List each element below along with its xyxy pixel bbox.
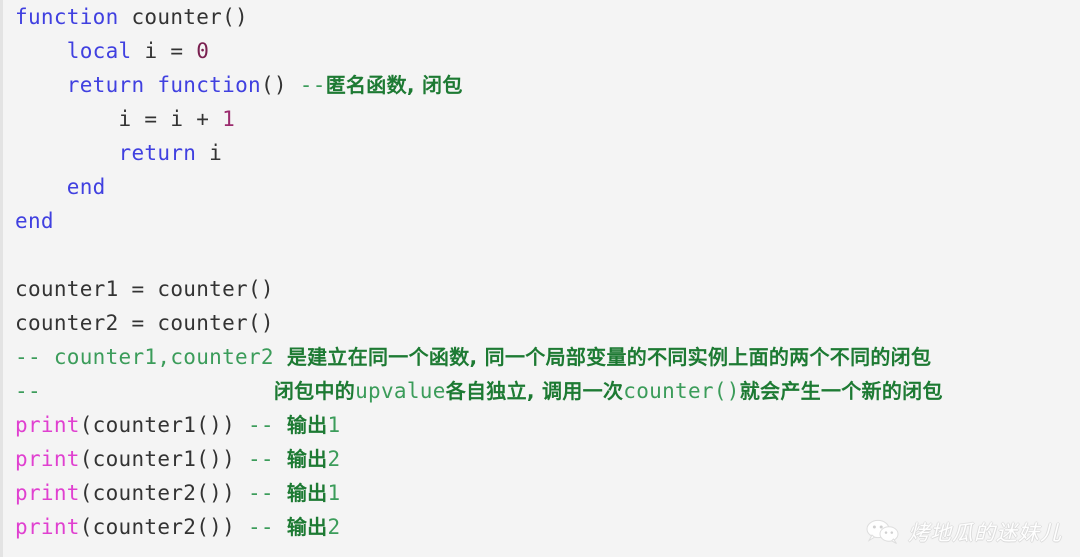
code-token-comment: -- [247, 515, 287, 539]
code-token-keyword: local [66, 39, 132, 63]
code-line: counter1 = counter() [3, 272, 1080, 306]
code-line: print(counter1()) -- 输出2 [3, 442, 1080, 476]
code-line: print(counter2()) -- 输出2 [3, 510, 1080, 544]
code-token-plain: (counter2()) [79, 481, 248, 505]
code-token-comment: upvalue [355, 379, 446, 403]
code-token-func: print [15, 413, 80, 437]
code-token-comment-cjk: 输出 [286, 515, 328, 539]
code-token-plain: counter() [118, 5, 248, 29]
code-token-comment-cjk: 就会产生一个新的闭包 [739, 379, 943, 403]
code-token-keyword: end [15, 209, 54, 233]
code-token-func: print [15, 447, 80, 471]
code-line: print(counter2()) -- 输出1 [3, 476, 1080, 510]
code-token-plain: (counter2()) [79, 515, 248, 539]
code-line: print(counter1()) -- 输出1 [3, 408, 1080, 442]
code-token-comment: 1 [327, 413, 341, 437]
code-lines-container: function counter() local i = 0 return fu… [3, 0, 1080, 544]
code-line: end [3, 204, 1080, 238]
code-token-plain: counter1 = counter() [15, 277, 274, 301]
code-token-comment: 1 [327, 481, 341, 505]
code-line: local i = 0 [3, 34, 1080, 68]
code-token-comment: -- [299, 73, 326, 97]
code-token-comment: counter() [623, 379, 740, 403]
code-token-plain: i = i + [15, 107, 223, 131]
code-token-comment-cjk: 各自独立, 调用一次 [445, 379, 624, 403]
code-token-keyword: return [118, 141, 197, 165]
code-line: i = i + 1 [3, 102, 1080, 136]
code-token-plain: i = [131, 39, 197, 63]
code-token-number-d: 0 [196, 39, 210, 63]
code-token-plain: (counter1()) [79, 413, 248, 437]
code-token-func: print [15, 481, 80, 505]
code-token-comment-cjk: 匿名函数, 闭包 [325, 73, 463, 97]
code-line: end [3, 170, 1080, 204]
code-line: return function() --匿名函数, 闭包 [3, 68, 1080, 102]
code-token-comment: 2 [327, 515, 341, 539]
code-line: -- counter1,counter2 是建立在同一个函数, 同一个局部变量的… [3, 340, 1080, 374]
code-token-comment-cjk: 是建立在同一个函数, 同一个局部变量的不同实例上面的两个不同的闭包 [286, 345, 932, 369]
code-line: counter2 = counter() [3, 306, 1080, 340]
code-token-keyword: function [157, 73, 261, 97]
code-token-comment: -- [247, 481, 287, 505]
code-token-plain: counter2 = counter() [15, 311, 274, 335]
code-line: return i [3, 136, 1080, 170]
code-block: function counter() local i = 0 return fu… [0, 0, 1080, 557]
code-token-comment-cjk: 输出 [286, 481, 328, 505]
code-token-comment: -- counter1,counter2 [15, 345, 287, 369]
code-token-number: 1 [222, 107, 236, 131]
code-token-comment: -- [247, 413, 287, 437]
code-token-comment-cjk: 输出 [286, 413, 328, 437]
code-token-plain: (counter1()) [79, 447, 248, 471]
code-token-comment-cjk: 输出 [286, 447, 328, 471]
code-token-keyword: return [66, 73, 145, 97]
code-line: -- 闭包中的upvalue各自独立, 调用一次counter()就会产生一个新… [3, 374, 1080, 408]
code-token-comment: 2 [327, 447, 341, 471]
code-token-func: print [15, 515, 80, 539]
code-token-comment: -- [15, 379, 274, 403]
code-token-keyword: end [66, 175, 106, 199]
code-token-plain: () [260, 73, 300, 97]
code-token-comment-cjk: 闭包中的 [273, 379, 356, 403]
code-line: function counter() [3, 0, 1080, 34]
code-token-keyword: function [15, 5, 119, 29]
code-token-plain: i [196, 141, 223, 165]
code-token-comment: -- [247, 447, 287, 471]
